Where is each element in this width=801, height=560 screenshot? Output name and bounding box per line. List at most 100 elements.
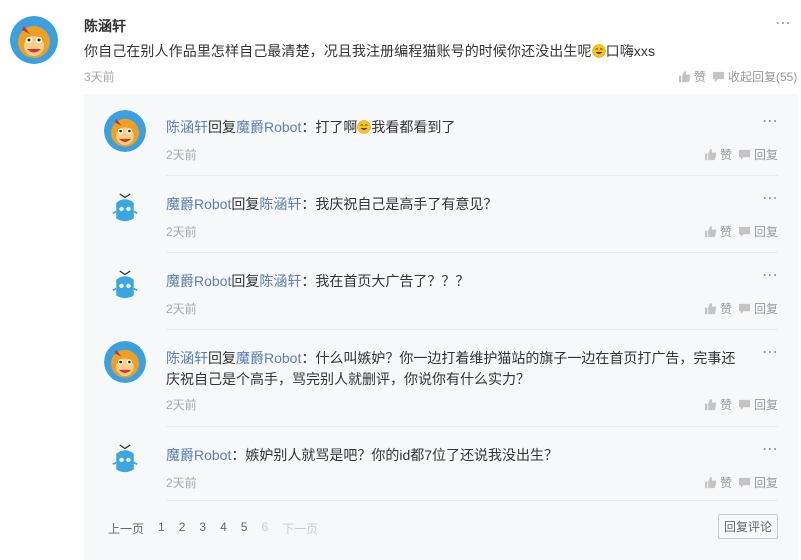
like-button[interactable]: 赞 (678, 68, 706, 85)
reply-avatar[interactable] (104, 110, 146, 152)
robot-avatar-icon (104, 187, 146, 229)
reply-body: 陈涵轩回复魔爵Robot：什么叫嫉妒？你一边打着维护猫站的旗子一边在首页打广告，… (166, 348, 741, 390)
pagination-page-4[interactable]: 4 (220, 520, 227, 537)
reply-button[interactable]: 回复 (738, 223, 778, 240)
reply-author[interactable]: 魔爵Robot (166, 273, 231, 289)
main-comment-suffix: 口嗨xxs (605, 43, 656, 59)
reply-divider (166, 252, 778, 253)
reply-avatar[interactable] (104, 264, 146, 306)
collapse-replies-label: 收起回复(55) (728, 70, 798, 84)
reply-divider (166, 500, 778, 501)
reply-item: 魔爵Robot回复陈涵轩：我庆祝自己是高手了有意见？ 2天前 ⋯ 赞 回复 (84, 187, 798, 257)
pagination-page-3[interactable]: 3 (199, 520, 206, 537)
more-options-icon[interactable]: ⋯ (762, 191, 779, 207)
like-label: 赞 (694, 70, 707, 84)
more-options-icon[interactable]: ⋯ (762, 442, 779, 458)
reply-avatar[interactable] (104, 438, 146, 480)
reply-verb: 回复 (231, 273, 260, 289)
reply-label: 回复 (754, 476, 779, 490)
reply-target[interactable]: 魔爵Robot (236, 350, 301, 366)
reply-button[interactable]: 回复 (738, 396, 778, 413)
like-button[interactable]: 赞 (704, 396, 732, 413)
reply-colon: ： (301, 273, 316, 289)
reply-avatar[interactable] (104, 187, 146, 229)
more-options-icon[interactable]: ⋯ (762, 114, 779, 130)
pagination-next[interactable]: 下一页 (282, 520, 318, 537)
replies-panel: 陈涵轩回复魔爵Robot：打了啊 我看都看到了 2天前 ⋯ 赞回复 魔爵Robot回复陈涵… (84, 94, 798, 560)
main-comment-author[interactable]: 陈涵轩 (84, 16, 126, 36)
reply-colon: ： (301, 119, 316, 135)
reply-body: 魔爵Robot：嫉妒别人就骂是吧？你的id都7位了还说我没出生？ (166, 445, 741, 466)
reply-text-suffix: 我看都看到了 (371, 119, 456, 135)
pagination-page-6[interactable]: 6 (261, 520, 268, 537)
more-options-icon[interactable]: ⋯ (775, 16, 792, 32)
comment-icon (712, 71, 725, 83)
reply-button[interactable]: 回复 (738, 474, 778, 491)
main-comment-text: 你自己在别人作品里怎样自己最清楚，况且我注册编程猫账号的时候你还没出生呢 口嗨xx… (84, 41, 655, 61)
reply-divider (166, 175, 778, 176)
reply-author[interactable]: 魔爵Robot (166, 447, 231, 463)
pagination-page-1[interactable]: 1 (158, 520, 165, 537)
reply-button[interactable]: 回复 (738, 300, 778, 317)
reply-colon: ： (301, 350, 316, 366)
comment-icon (738, 477, 751, 489)
reply-time: 2天前 (166, 398, 197, 412)
pagination-page-2[interactable]: 2 (179, 520, 186, 537)
robot-avatar-icon (104, 264, 146, 306)
comment-icon (738, 226, 751, 238)
robot-avatar-icon (104, 438, 146, 480)
reply-colon: ： (231, 447, 246, 463)
reply-time: 2天前 (166, 476, 197, 490)
reply-body: 魔爵Robot回复陈涵轩：我庆祝自己是高手了有意见？ (166, 194, 741, 215)
comment-icon (738, 303, 751, 315)
reply-target[interactable]: 魔爵Robot (236, 119, 301, 135)
reply-divider (166, 426, 778, 427)
reply-label: 回复 (754, 302, 779, 316)
like-button[interactable]: 赞 (704, 223, 732, 240)
more-options-icon[interactable]: ⋯ (762, 268, 779, 284)
like-label: 赞 (720, 148, 733, 162)
like-button[interactable]: 赞 (704, 300, 732, 317)
reply-item: 魔爵Robot回复陈涵轩：我在首页大广告了？？？ 2天前 ⋯ 赞 回复 (84, 264, 798, 334)
reply-label: 回复 (754, 398, 779, 412)
reply-label: 回复 (754, 148, 779, 162)
collapse-replies-button[interactable]: 收起回复(55) (712, 68, 797, 85)
reply-verb: 回复 (208, 350, 236, 366)
avatar-main[interactable] (10, 16, 58, 64)
reply-text: 打了啊 (315, 119, 358, 135)
reply-author[interactable]: 陈涵轩 (166, 119, 208, 135)
monkey-avatar-icon (104, 110, 146, 152)
reply-item: 魔爵Robot：嫉妒别人就骂是吧？你的id都7位了还说我没出生？ 2天前 ⋯ 赞 回复 (84, 438, 798, 508)
comment-icon (738, 399, 751, 411)
reply-author[interactable]: 魔爵Robot (166, 196, 231, 212)
like-button[interactable]: 赞 (704, 474, 732, 491)
reply-target[interactable]: 陈涵轩 (259, 196, 301, 212)
thumbs-up-icon (678, 70, 691, 83)
pagination-page-5[interactable]: 5 (241, 520, 248, 537)
reply-avatar[interactable] (104, 341, 146, 383)
like-button[interactable]: 赞 (704, 146, 732, 163)
monkey-avatar-icon (10, 16, 58, 64)
like-label: 赞 (720, 225, 733, 239)
thumbs-up-icon (704, 225, 717, 238)
reply-comment-button[interactable]: 回复评论 (718, 514, 778, 539)
reply-label: 回复 (754, 225, 779, 239)
reply-text: 嫉妒别人就骂是吧？你的id都7位了还说我没出生？ (245, 447, 559, 463)
like-label: 赞 (720, 476, 733, 490)
reply-button[interactable]: 回复 (738, 146, 778, 163)
pagination: 上一页 1 2 3 4 5 6 下一页 (108, 520, 332, 537)
pagination-prev[interactable]: 上一页 (108, 520, 144, 537)
main-comment-time: 3天前 (84, 70, 115, 84)
reply-text: 我庆祝自己是高手了有意见？ (315, 196, 498, 212)
reply-time: 2天前 (166, 225, 197, 239)
more-options-icon[interactable]: ⋯ (762, 345, 779, 361)
reply-body: 魔爵Robot回复陈涵轩：我在首页大广告了？？？ (166, 271, 741, 292)
comment-icon (738, 149, 751, 161)
reply-author[interactable]: 陈涵轩 (166, 350, 208, 366)
reply-divider (166, 329, 778, 330)
reply-target[interactable]: 陈涵轩 (259, 273, 301, 289)
thumbs-up-icon (704, 148, 717, 161)
laughing-emoji-icon (591, 44, 606, 58)
reply-time: 2天前 (166, 302, 197, 316)
thumbs-up-icon (704, 398, 717, 411)
